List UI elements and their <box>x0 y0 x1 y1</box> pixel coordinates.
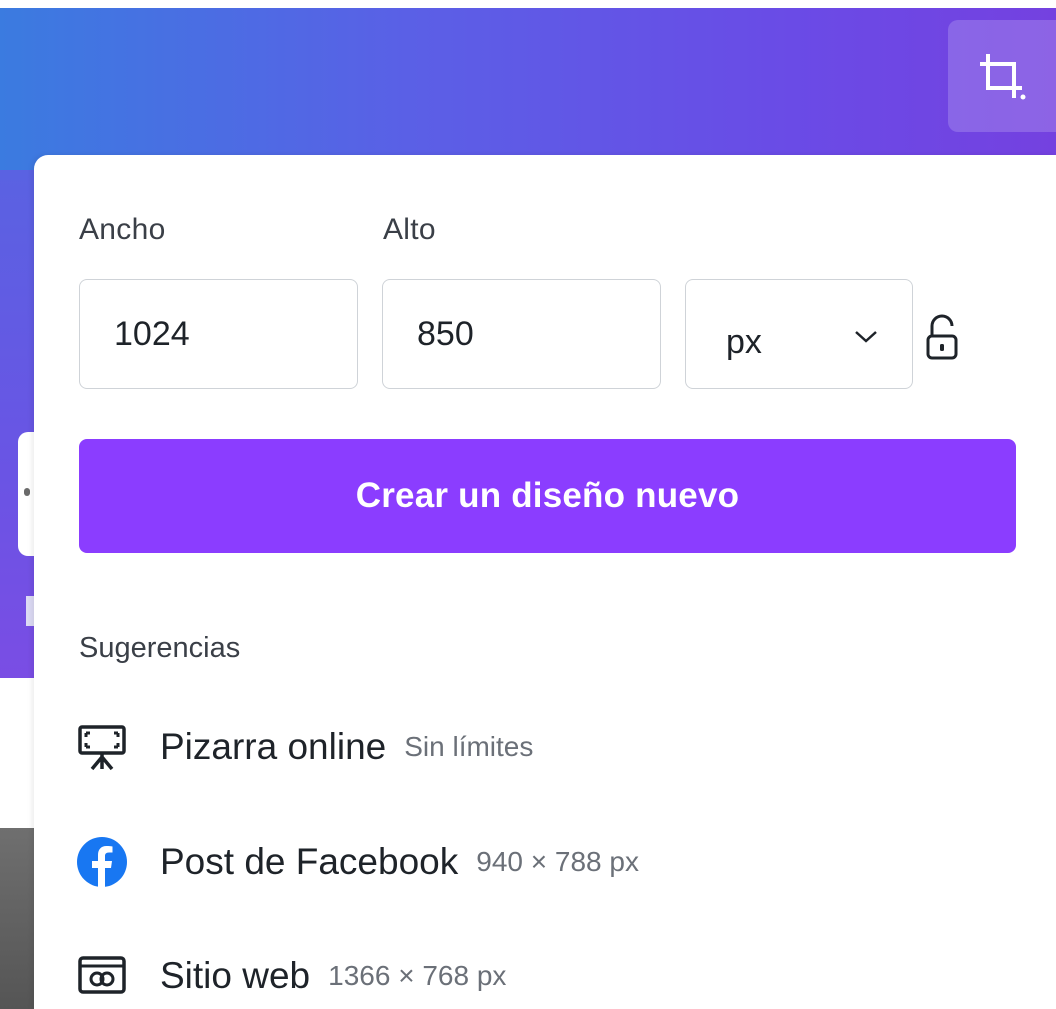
suggestion-item-whiteboard[interactable]: Pizarra online Sin límites <box>74 717 533 777</box>
create-new-design-button[interactable]: Crear un diseño nuevo <box>79 439 1016 553</box>
facebook-icon <box>74 834 130 890</box>
suggestion-item-website[interactable]: Sitio web 1366 × 768 px <box>74 946 506 1006</box>
background-grey-strip <box>0 828 34 1009</box>
height-label: Alto <box>383 213 436 246</box>
crop-icon <box>980 54 1026 100</box>
width-input-value: 1024 <box>114 314 190 353</box>
website-icon <box>74 948 130 1004</box>
whiteboard-icon <box>74 719 130 775</box>
chevron-down-icon <box>855 331 877 343</box>
suggestion-meta: 1366 × 768 px <box>328 960 507 991</box>
custom-size-button[interactable] <box>948 20 1056 132</box>
suggestion-name: Sitio web <box>160 955 311 996</box>
background-edge-mark <box>26 596 34 626</box>
unlocked-padlock-icon[interactable] <box>922 312 962 364</box>
background-white-strip <box>0 678 34 828</box>
side-panel-handle-dot <box>24 488 30 496</box>
unit-select-value: px <box>726 322 762 361</box>
suggestion-meta: 940 × 788 px <box>476 846 639 877</box>
height-input[interactable]: 850 <box>382 279 661 389</box>
custom-size-panel: Ancho Alto 1024 850 px Crear un diseño n… <box>34 155 1056 1009</box>
width-label: Ancho <box>79 213 166 246</box>
suggestion-name: Post de Facebook <box>160 841 459 882</box>
width-input[interactable]: 1024 <box>79 279 358 389</box>
suggestion-item-facebook-post[interactable]: Post de Facebook 940 × 788 px <box>74 832 639 892</box>
design-size-screen: Ancho Alto 1024 850 px Crear un diseño n… <box>0 0 1056 1009</box>
suggestions-title: Sugerencias <box>79 632 241 664</box>
unit-select[interactable]: px <box>685 279 913 389</box>
create-new-design-label: Crear un diseño nuevo <box>355 476 740 515</box>
suggestion-name: Pizarra online <box>160 726 387 767</box>
height-input-value: 850 <box>417 314 474 353</box>
suggestion-meta: Sin límites <box>404 731 534 762</box>
